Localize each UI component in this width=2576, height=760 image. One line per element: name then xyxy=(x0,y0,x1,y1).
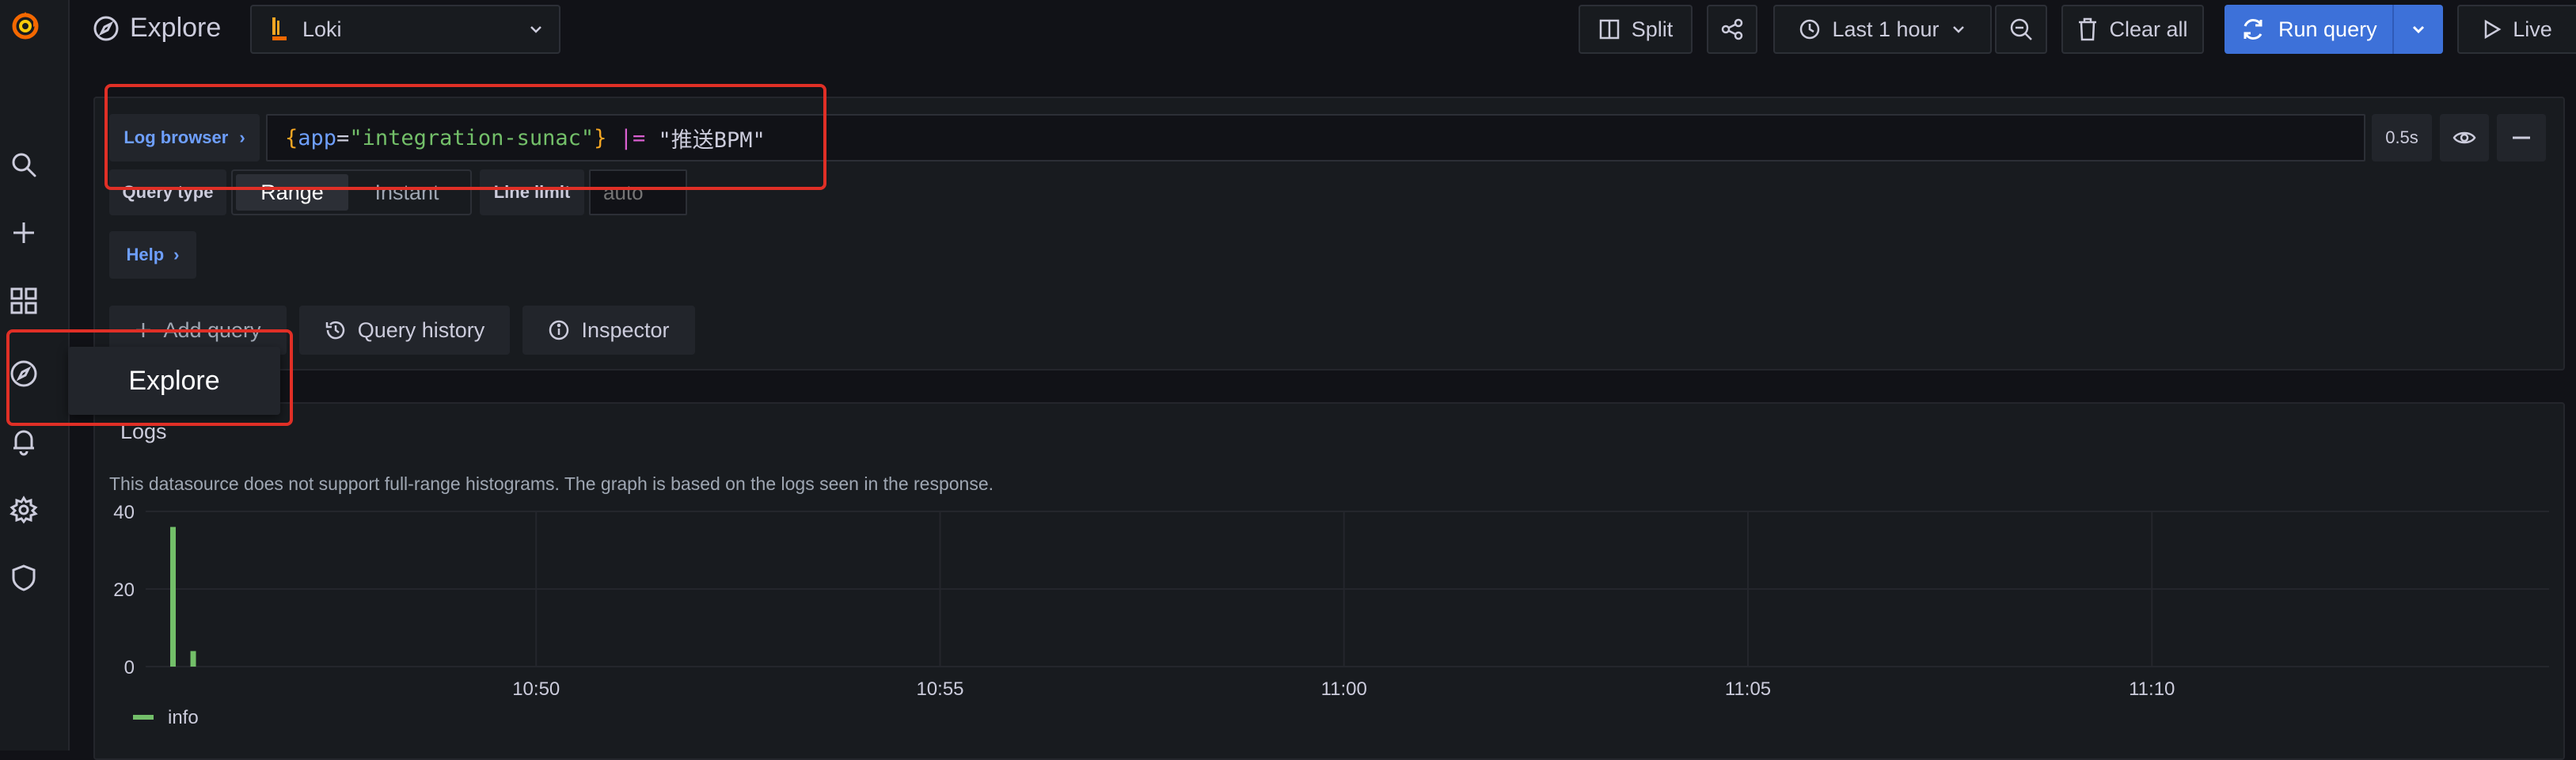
split-icon xyxy=(1599,19,1619,40)
log-browser-label: Log browser xyxy=(123,127,229,147)
sidebar xyxy=(0,0,70,750)
chevron-down-icon xyxy=(2412,25,2425,34)
chevron-down-icon xyxy=(530,26,541,33)
time-range-label: Last 1 hour xyxy=(1832,17,1940,41)
live-label: Live xyxy=(2513,17,2552,41)
query-type-label: Query type xyxy=(109,169,226,215)
query-history-button[interactable]: Query history xyxy=(299,306,510,355)
zoom-out-button[interactable] xyxy=(1995,5,2047,54)
grafana-logo-icon[interactable] xyxy=(8,8,43,43)
logs-title: Logs xyxy=(120,420,167,443)
chevron-right-icon: › xyxy=(173,245,180,264)
help-label: Help xyxy=(126,245,165,264)
compass-icon xyxy=(92,14,123,46)
logs-histogram: 0 20 40 10:50 10:55 11:00 11:05 11:10 info xyxy=(113,502,2549,728)
loki-icon xyxy=(272,17,287,40)
compass-icon[interactable] xyxy=(9,359,38,388)
plus-icon xyxy=(136,323,151,337)
dashboards-icon[interactable] xyxy=(9,287,38,315)
run-query-label: Run query xyxy=(2278,17,2377,41)
plus-icon[interactable] xyxy=(9,218,38,247)
clear-all-label: Clear all xyxy=(2109,17,2188,41)
help-button[interactable]: Help › xyxy=(109,231,196,279)
query-label-value: "integration-sunac" xyxy=(349,125,595,150)
hide-query-button[interactable] xyxy=(2440,114,2489,162)
y-tick-label: 0 xyxy=(124,657,135,678)
history-icon xyxy=(325,321,344,340)
run-query-dropdown[interactable] xyxy=(2392,5,2443,54)
query-history-label: Query history xyxy=(357,317,485,342)
clock-icon xyxy=(1800,19,1820,40)
share-icon xyxy=(1721,18,1743,40)
live-button[interactable]: Live xyxy=(2457,5,2576,54)
zoom-out-icon xyxy=(2010,18,2032,40)
inspector-button[interactable]: Inspector xyxy=(522,306,695,355)
query-type-radio-group: Range Instant xyxy=(231,169,472,215)
share-button[interactable] xyxy=(1707,5,1757,54)
x-tick-label: 11:05 xyxy=(1725,678,1771,700)
inspector-label: Inspector xyxy=(581,317,670,342)
datasource-name: Loki xyxy=(302,17,342,41)
x-tick-label: 10:50 xyxy=(512,678,560,700)
y-tick-label: 20 xyxy=(113,580,135,601)
chevron-down-icon xyxy=(1952,26,1964,33)
query-duration: 0.5s xyxy=(2372,114,2432,162)
legend-label: info xyxy=(168,707,199,728)
clear-all-button[interactable]: Clear all xyxy=(2061,5,2204,54)
split-label: Split xyxy=(1631,17,1674,41)
y-tick-label: 40 xyxy=(113,502,135,523)
trash-icon xyxy=(2079,17,2097,41)
x-tick-label: 10:55 xyxy=(916,678,963,700)
info-circle-icon xyxy=(549,320,569,340)
query-input[interactable]: {app = "integration-sunac"} |= "推送BPM" xyxy=(266,114,2365,162)
line-limit-input[interactable] xyxy=(589,169,687,215)
eye-icon xyxy=(2453,131,2476,144)
query-filter-string: "推送BPM" xyxy=(658,127,766,153)
query-type-instant[interactable]: Instant xyxy=(348,174,465,211)
sidebar-tooltip: Explore xyxy=(68,347,280,415)
query-operator: |= xyxy=(619,125,646,150)
query-brace-open: { xyxy=(285,125,298,150)
remove-query-button[interactable] xyxy=(2497,114,2546,162)
query-equals: = xyxy=(336,125,350,150)
query-brace-close: } xyxy=(594,125,607,150)
minus-icon xyxy=(2513,136,2530,139)
search-icon[interactable] xyxy=(9,150,38,179)
play-icon xyxy=(2484,19,2502,40)
x-tick-label: 11:10 xyxy=(2129,678,2175,700)
split-button[interactable]: Split xyxy=(1579,5,1693,54)
run-query-button[interactable]: Run query xyxy=(2225,5,2443,54)
add-query-label: Add query xyxy=(163,317,261,342)
x-tick-label: 11:00 xyxy=(1321,678,1367,700)
query-label-key: app xyxy=(298,125,337,150)
datasource-picker[interactable]: Loki xyxy=(250,5,560,54)
time-range-picker[interactable]: Last 1 hour xyxy=(1773,5,1992,54)
refresh-icon xyxy=(2244,19,2263,40)
query-type-range[interactable]: Range xyxy=(236,174,348,211)
page-title: Explore xyxy=(130,13,222,43)
histogram-bar xyxy=(190,651,196,667)
histogram-bar xyxy=(170,526,177,667)
log-browser-button[interactable]: Log browser › xyxy=(109,114,260,162)
chevron-right-icon: › xyxy=(239,127,245,147)
gear-icon[interactable] xyxy=(9,496,38,524)
bell-icon[interactable] xyxy=(9,428,38,456)
line-limit-label: Line limit xyxy=(480,169,584,215)
shield-icon[interactable] xyxy=(9,564,38,592)
